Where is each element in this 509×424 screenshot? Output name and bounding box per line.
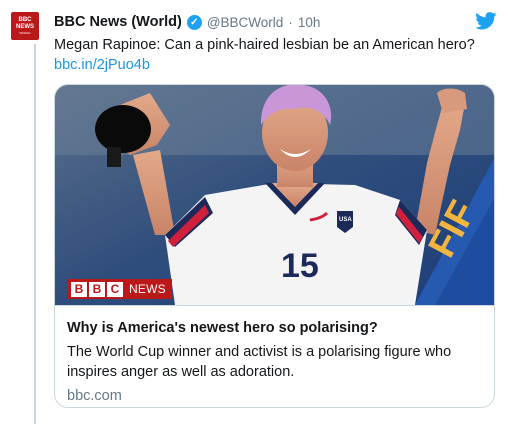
tweet-text: Megan Rapinoe: Can a pink-haired lesbian… [54, 37, 475, 53]
bbc-logo-news: NEWS [129, 282, 166, 296]
avatar-sub: WORLD [19, 31, 31, 35]
card-title[interactable]: Why is America's newest hero so polarisi… [67, 318, 482, 338]
bbc-logo-letter: B [89, 281, 105, 297]
thread-line [34, 44, 36, 424]
jersey-number: 15 [281, 247, 319, 285]
timestamp[interactable]: 10h [298, 15, 321, 30]
crest-text: USA [339, 217, 352, 223]
rapinoe-photo: FIF USA 15 [55, 85, 494, 305]
link-card[interactable]: FIF USA 15 B B C NEWS Why is America's n… [54, 84, 495, 408]
bbc-news-logo: B B C NEWS [67, 279, 172, 299]
bbc-logo-letter: C [107, 281, 123, 297]
card-body[interactable]: Why is America's newest hero so polarisi… [55, 305, 494, 406]
handle[interactable]: @BBCWorld [207, 15, 283, 30]
verified-badge-icon: ✓ [186, 14, 202, 30]
twitter-bird-icon[interactable] [475, 12, 497, 30]
card-image[interactable]: FIF USA 15 B B C NEWS [55, 85, 494, 305]
avatar-top: BBC [18, 17, 32, 23]
display-name[interactable]: BBC News (World) [54, 14, 182, 30]
tweet-link[interactable]: bbc.in/2jPuo4b [54, 55, 150, 75]
avatar[interactable]: BBC NEWS WORLD [11, 12, 39, 40]
card-domain: bbc.com [67, 388, 122, 404]
avatar-mid: NEWS [16, 24, 34, 30]
separator: · [288, 14, 293, 30]
bbc-logo-letter: B [71, 281, 87, 297]
tweet-header: BBC News (World) ✓ @BBCWorld · 10h [54, 14, 320, 30]
card-description: The World Cup winner and activist is a p… [67, 344, 452, 380]
